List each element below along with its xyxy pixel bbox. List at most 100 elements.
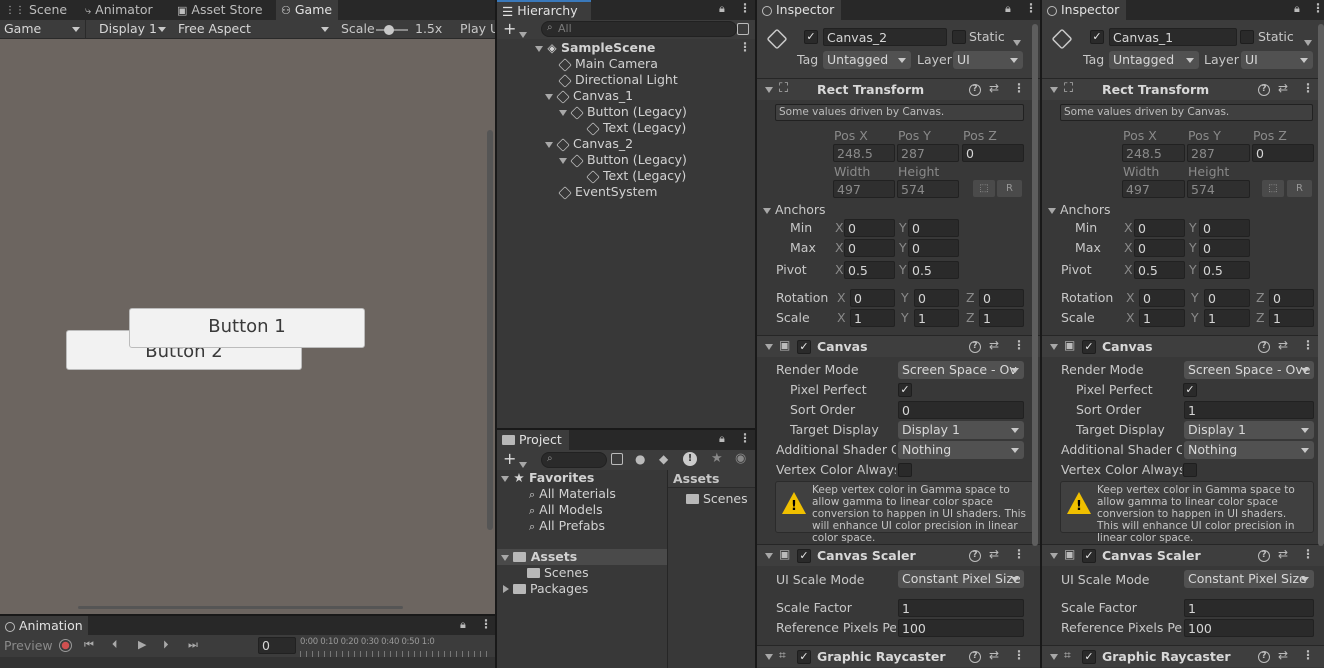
- lock-icon[interactable]: 🔒︎: [719, 2, 725, 16]
- tree-item-text-legacy-1[interactable]: Text (Legacy): [586, 120, 686, 136]
- aspect-dropdown[interactable]: Free Aspect: [174, 20, 334, 38]
- tag-dropdown[interactable]: Untagged: [1109, 51, 1199, 69]
- tree-assets[interactable]: Assets: [501, 549, 577, 565]
- render-mode-dropdown[interactable]: Screen Space - Ove: [1184, 361, 1314, 379]
- menu-kebab-icon[interactable]: ⋮: [1312, 1, 1324, 15]
- pivot-x-field[interactable]: 0.5: [1134, 261, 1185, 279]
- anchors-label[interactable]: Anchors: [763, 202, 826, 218]
- menu-kebab-icon[interactable]: ⋮: [739, 431, 751, 445]
- presets-icon[interactable]: ⇄: [1278, 648, 1288, 662]
- component-menu-icon[interactable]: ⋮: [1013, 81, 1025, 95]
- help-icon[interactable]: ?: [969, 651, 981, 663]
- lock-icon[interactable]: 🔒︎: [1294, 2, 1300, 16]
- pivot-y-field[interactable]: 0.5: [1199, 261, 1250, 279]
- presets-icon[interactable]: ⇄: [989, 338, 999, 352]
- component-menu-icon[interactable]: ⋮: [1302, 81, 1314, 95]
- fav-all-models[interactable]: ⌕ All Models: [529, 502, 603, 518]
- posz-field[interactable]: 0: [1252, 144, 1314, 162]
- canvas-header[interactable]: ▣ ✓ Canvas ? ⇄ ⋮: [1042, 335, 1324, 357]
- anchor-min-x-field[interactable]: 0: [844, 219, 895, 237]
- menu-kebab-icon[interactable]: ⋮: [480, 617, 492, 631]
- tree-scenes[interactable]: Scenes: [527, 565, 589, 581]
- timeline-ruler[interactable]: 0:00 0:10 0:20 0:30 0:40 0:50 1:0: [300, 635, 490, 657]
- pixel-perfect-checkbox[interactable]: ✓: [1183, 383, 1197, 397]
- anchor-min-y-field[interactable]: 0: [908, 219, 959, 237]
- prev-frame-icon[interactable]: ⏴: [112, 638, 118, 652]
- component-menu-icon[interactable]: ⋮: [1013, 338, 1025, 352]
- collapse-icon[interactable]: [1050, 344, 1058, 350]
- help-icon[interactable]: ?: [969, 84, 981, 96]
- tree-item-main-camera[interactable]: Main Camera: [558, 56, 658, 72]
- component-menu-icon[interactable]: ⋮: [1302, 338, 1314, 352]
- collapse-icon[interactable]: [763, 208, 771, 214]
- preview-label[interactable]: Preview: [4, 638, 53, 654]
- canvas-scaler-header[interactable]: ▣ ✓ Canvas Scaler ? ⇄ ⋮: [1042, 544, 1324, 566]
- chevron-down-icon[interactable]: [519, 457, 527, 471]
- blueprint-button[interactable]: ⬚: [973, 180, 995, 197]
- next-frame-icon[interactable]: ⏵: [163, 638, 169, 652]
- help-icon[interactable]: ?: [1258, 84, 1270, 96]
- expand-icon[interactable]: [501, 555, 509, 561]
- inspector-scrollbar[interactable]: [1032, 24, 1038, 546]
- expand-icon[interactable]: [559, 110, 567, 116]
- add-icon[interactable]: +: [503, 449, 516, 468]
- presets-icon[interactable]: ⇄: [1278, 81, 1288, 95]
- tag-dropdown[interactable]: Untagged: [823, 51, 911, 69]
- component-enabled-checkbox[interactable]: ✓: [797, 549, 811, 563]
- vertex-color-checkbox[interactable]: [1183, 463, 1197, 477]
- target-display-dropdown[interactable]: Display 1: [1184, 421, 1314, 439]
- component-menu-icon[interactable]: ⋮: [1013, 648, 1025, 662]
- label-icon[interactable]: ◆: [659, 452, 668, 466]
- record-icon[interactable]: [59, 639, 72, 652]
- display-dropdown[interactable]: Display 1: [95, 20, 171, 38]
- rect-transform-header[interactable]: ⛶ Rect Transform ? ⇄ ⋮: [1042, 78, 1324, 100]
- collapse-icon[interactable]: [1050, 553, 1058, 559]
- play-unfocused-button[interactable]: Play U: [460, 21, 495, 37]
- tab-animator[interactable]: ⤷ Animator: [80, 0, 172, 20]
- scale-z-field[interactable]: 1: [979, 309, 1024, 327]
- rotation-z-field[interactable]: 0: [1269, 289, 1314, 307]
- object-name-field[interactable]: Canvas_2: [823, 28, 947, 46]
- error-filter-icon[interactable]: !: [683, 452, 697, 466]
- anchor-min-y-field[interactable]: 0: [1199, 219, 1250, 237]
- collapse-icon[interactable]: [765, 344, 773, 350]
- tab-inspector[interactable]: Inspector: [757, 0, 841, 20]
- tree-item-event-system[interactable]: EventSystem: [558, 184, 657, 200]
- shader-channels-dropdown[interactable]: Nothing: [898, 441, 1024, 459]
- presets-icon[interactable]: ⇄: [1278, 547, 1288, 561]
- help-icon[interactable]: ?: [1258, 651, 1270, 663]
- tree-item-directional-light[interactable]: Directional Light: [558, 72, 678, 88]
- tab-inspector[interactable]: Inspector: [1042, 0, 1126, 20]
- menu-kebab-icon[interactable]: ⋮: [739, 1, 751, 15]
- active-checkbox[interactable]: ✓: [1090, 30, 1104, 44]
- collapse-icon[interactable]: [765, 654, 773, 660]
- game-mode-dropdown[interactable]: Game: [0, 20, 86, 38]
- play-icon[interactable]: ▶: [138, 638, 146, 651]
- help-icon[interactable]: ?: [969, 341, 981, 353]
- target-display-dropdown[interactable]: Display 1: [898, 421, 1024, 439]
- help-icon[interactable]: ?: [969, 550, 981, 562]
- anchor-max-y-field[interactable]: 0: [908, 239, 959, 257]
- sort-order-field[interactable]: 0: [898, 401, 1024, 419]
- pivot-y-field[interactable]: 0.5: [908, 261, 959, 279]
- scale-factor-field[interactable]: 1: [1184, 599, 1314, 617]
- collapse-icon[interactable]: [1048, 208, 1056, 214]
- shader-channels-dropdown[interactable]: Nothing: [1184, 441, 1314, 459]
- static-checkbox[interactable]: [952, 30, 966, 44]
- layer-dropdown[interactable]: UI: [1241, 51, 1313, 69]
- game-scrollbar-h[interactable]: [78, 606, 403, 609]
- rotation-x-field[interactable]: 0: [850, 289, 895, 307]
- pixel-perfect-checkbox[interactable]: ✓: [898, 383, 912, 397]
- component-enabled-checkbox[interactable]: ✓: [1082, 650, 1096, 664]
- tree-item-canvas-1[interactable]: Canvas_1: [545, 88, 633, 104]
- component-menu-icon[interactable]: ⋮: [1013, 547, 1025, 561]
- rotation-x-field[interactable]: 0: [1139, 289, 1185, 307]
- graphic-raycaster-header[interactable]: ⌗ ✓ Graphic Raycaster ? ⇄ ⋮: [1042, 645, 1324, 667]
- anchor-max-x-field[interactable]: 0: [1134, 239, 1185, 257]
- collapse-icon[interactable]: [1050, 654, 1058, 660]
- layer-dropdown[interactable]: UI: [953, 51, 1023, 69]
- collapse-icon[interactable]: [765, 87, 773, 93]
- gameobject-large-icon[interactable]: [766, 28, 788, 50]
- render-mode-dropdown[interactable]: Screen Space - Ov: [898, 361, 1024, 379]
- expand-icon[interactable]: [559, 158, 567, 164]
